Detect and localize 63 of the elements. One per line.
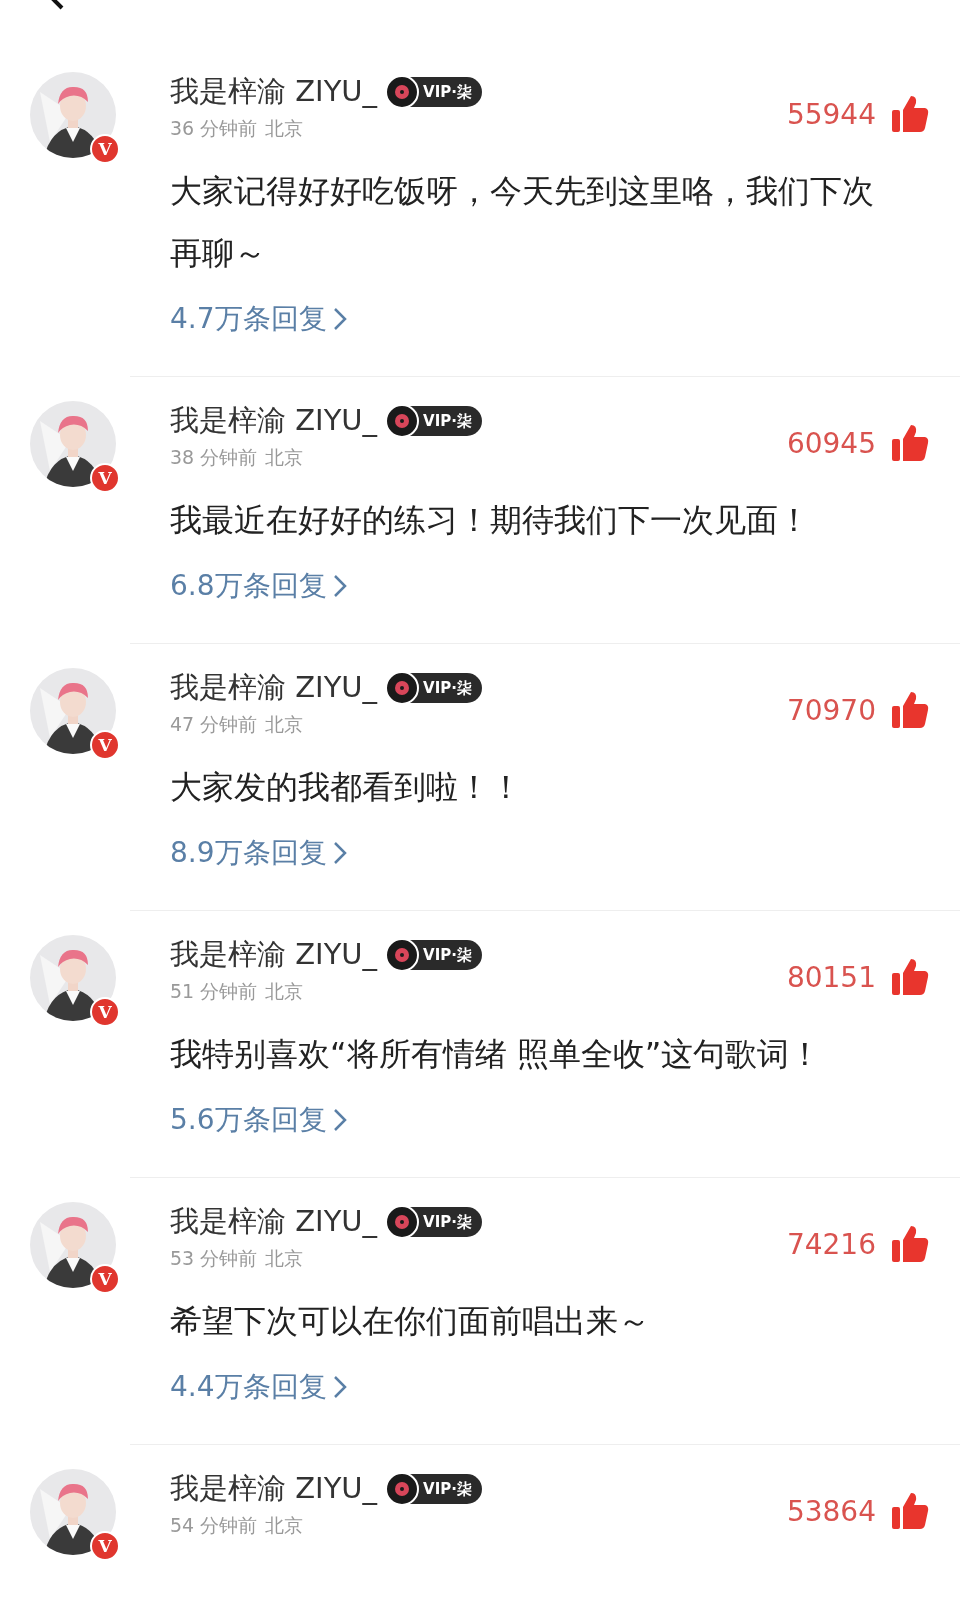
record-icon (385, 1205, 420, 1239)
verified-badge: V (90, 134, 120, 164)
user-name[interactable]: 我是梓渝 ZIYU_ (170, 1202, 378, 1242)
location: 北京 (265, 979, 304, 1004)
comment-text: 希望下次可以在你们面前唱出来～ (170, 1301, 651, 1342)
verified-badge: V (90, 1531, 120, 1561)
record-icon (385, 671, 420, 705)
user-name[interactable]: 我是梓渝 ZIYU_ (170, 1469, 378, 1509)
like-count: 80151 (786, 960, 876, 994)
record-icon (385, 404, 420, 438)
location: 北京 (265, 445, 304, 470)
replies-link[interactable]: 8.9万条回复 (170, 834, 327, 872)
replies-link[interactable]: 6.8万条回复 (170, 567, 327, 605)
vip-badge: VIP·柒 (387, 940, 482, 970)
post-time: 36 分钟前 (170, 116, 258, 141)
chevron-right-icon (332, 1108, 347, 1132)
user-name[interactable]: 我是梓渝 ZIYU_ (170, 401, 378, 441)
post-time: 53 分钟前 (170, 1246, 258, 1271)
replies-link[interactable]: 4.4万条回复 (170, 1368, 327, 1406)
location: 北京 (265, 1246, 304, 1271)
post-time: 47 分钟前 (170, 712, 258, 737)
thumbs-up-icon[interactable] (890, 1491, 930, 1531)
post-time: 54 分钟前 (170, 1513, 258, 1538)
comment-text: 我最近在好好的练习！期待我们下一次见面！ (170, 500, 811, 541)
comment-text: 大家记得好好吃饭呀，今天先到这里咯，我们下次再聊～ (170, 171, 875, 274)
location: 北京 (265, 1513, 304, 1538)
thumbs-up-icon[interactable] (890, 957, 930, 997)
post-time: 38 分钟前 (170, 445, 258, 470)
chevron-right-icon (332, 1375, 347, 1399)
vip-badge: VIP·柒 (387, 1207, 482, 1237)
record-icon (385, 75, 420, 109)
thumbs-up-icon[interactable] (890, 423, 930, 463)
record-icon (385, 938, 420, 972)
replies-link[interactable]: 4.7万条回复 (170, 300, 327, 338)
comment-text: 我特别喜欢“将所有情绪 照单全收”这句歌词！ (170, 1034, 823, 1075)
like-count: 74216 (786, 1227, 876, 1261)
user-name[interactable]: 我是梓渝 ZIYU_ (170, 668, 378, 708)
vip-badge: VIP·柒 (387, 77, 482, 107)
chevron-right-icon (332, 841, 347, 865)
like-count: 60945 (786, 426, 876, 460)
vip-badge: VIP·柒 (387, 673, 482, 703)
replies-link[interactable]: 5.6万条回复 (170, 1101, 327, 1139)
post-time: 51 分钟前 (170, 979, 258, 1004)
thumbs-up-icon[interactable] (890, 1224, 930, 1264)
like-count: 55944 (786, 97, 876, 131)
location: 北京 (265, 712, 304, 737)
thumbs-up-icon[interactable] (890, 690, 930, 730)
like-count: 70970 (786, 693, 876, 727)
thumbs-up-icon[interactable] (890, 94, 930, 134)
chevron-right-icon (332, 307, 347, 331)
user-name[interactable]: 我是梓渝 ZIYU_ (170, 935, 378, 975)
vip-badge: VIP·柒 (387, 1474, 482, 1504)
location: 北京 (265, 116, 304, 141)
verified-badge: V (90, 1264, 120, 1294)
chevron-right-icon (332, 574, 347, 598)
verified-badge: V (90, 730, 120, 760)
comment-text: 大家发的我都看到啦！！ (170, 767, 523, 808)
verified-badge: V (90, 997, 120, 1027)
like-count: 53864 (786, 1494, 876, 1528)
user-name[interactable]: 我是梓渝 ZIYU_ (170, 72, 378, 112)
verified-badge: V (90, 463, 120, 493)
record-icon (385, 1472, 420, 1506)
vip-badge: VIP·柒 (387, 406, 482, 436)
